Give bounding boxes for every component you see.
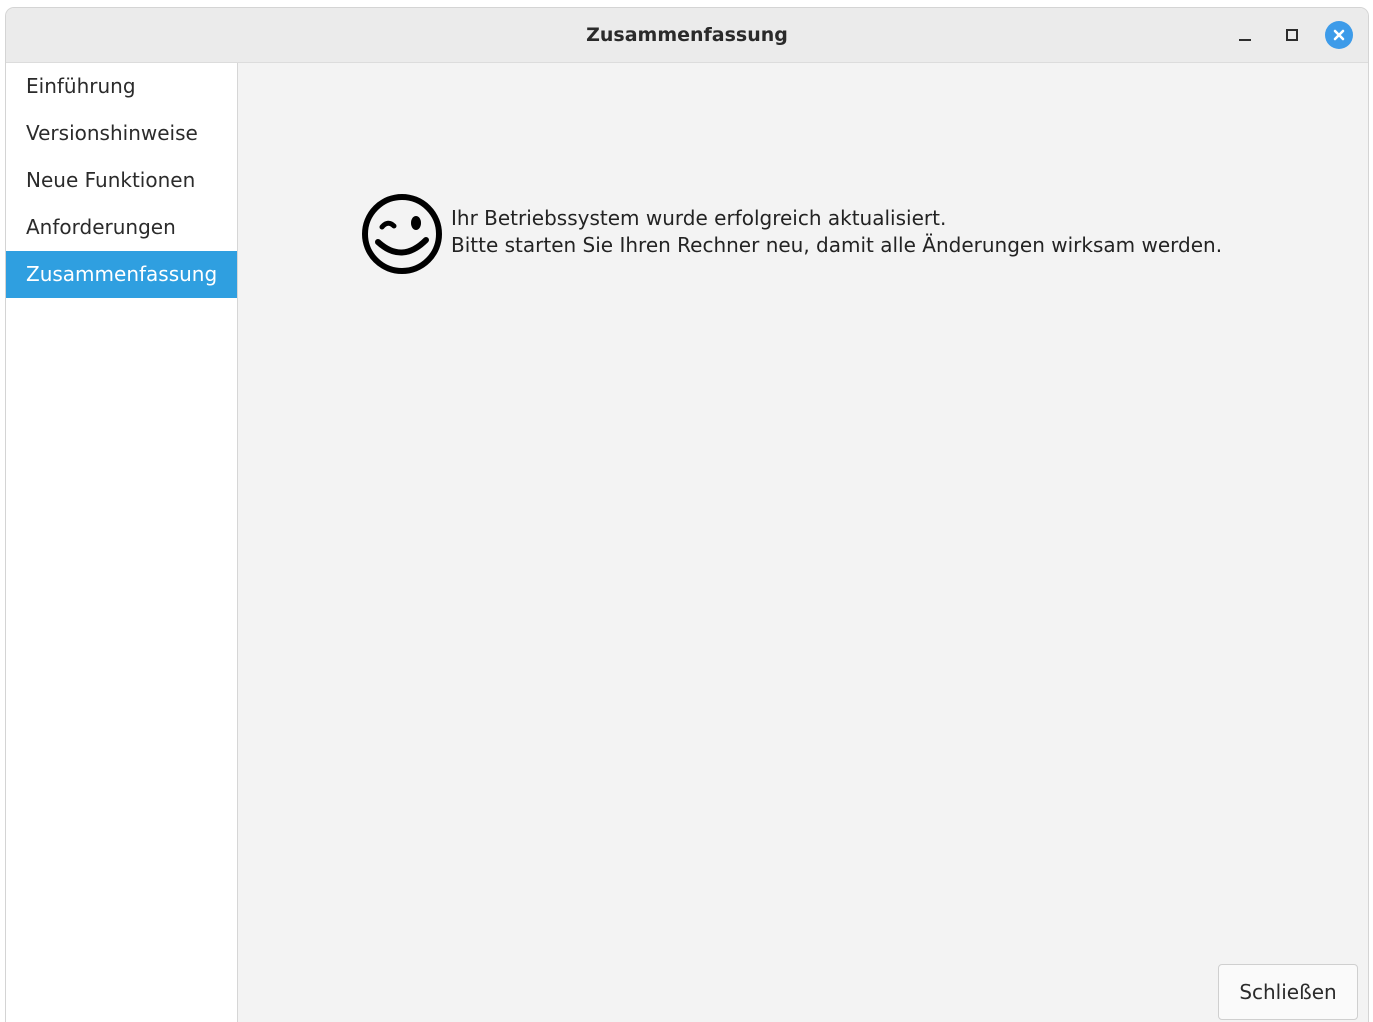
sidebar-item-versionshinweise[interactable]: Versionshinweise [6,110,237,157]
close-window-button[interactable] [1325,21,1353,49]
sidebar-item-anforderungen[interactable]: Anforderungen [6,204,237,251]
minimize-button[interactable] [1231,21,1259,49]
message-line-restart: Bitte starten Sie Ihren Rechner neu, dam… [451,233,1223,257]
maximize-button[interactable] [1278,21,1306,49]
message-line-success: Ihr Betriebssystem wurde erfolgreich akt… [451,206,947,230]
minimize-icon [1239,39,1251,41]
summary-message: Ihr Betriebssystem wurde erfolgreich akt… [451,205,1222,259]
app-window: Zusammenfassung Einführung Versionshinwe… [6,8,1368,1022]
sidebar-item-zusammenfassung[interactable]: Zusammenfassung [6,251,237,298]
sidebar-item-neue-funktionen[interactable]: Neue Funktionen [6,157,237,204]
close-button[interactable]: Schließen [1218,964,1358,1020]
sidebar-item-einfuehrung[interactable]: Einführung [6,63,237,110]
maximize-icon [1286,29,1298,41]
window-title: Zusammenfassung [586,24,788,46]
title-bar[interactable]: Zusammenfassung [6,8,1368,63]
sidebar: Einführung Versionshinweise Neue Funktio… [6,63,238,1022]
close-icon [1325,21,1353,49]
wink-smiley-icon [362,194,442,274]
main-content: Ihr Betriebssystem wurde erfolgreich akt… [238,63,1368,1022]
